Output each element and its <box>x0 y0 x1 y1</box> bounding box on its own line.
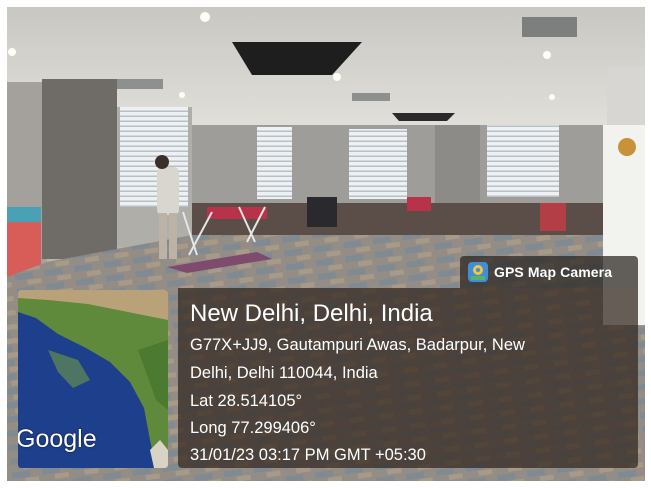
address-line-2: Delhi, Delhi 110044, India <box>190 364 378 382</box>
map-thumbnail: Google <box>18 290 168 468</box>
gps-map-camera-icon <box>468 262 488 282</box>
gps-camera-badge: GPS Map Camera <box>460 256 638 288</box>
badge-label: GPS Map Camera <box>494 264 613 280</box>
location-title: New Delhi, Delhi, India <box>190 300 433 327</box>
address-line-1: G77X+JJ9, Gautampuri Awas, Badarpur, New <box>190 336 525 354</box>
longitude: Long 77.299406° <box>190 419 316 437</box>
google-logo: Google <box>18 425 97 453</box>
latitude: Lat 28.514105° <box>190 392 303 410</box>
timestamp: 31/01/23 03:17 PM GMT +05:30 <box>190 446 426 464</box>
